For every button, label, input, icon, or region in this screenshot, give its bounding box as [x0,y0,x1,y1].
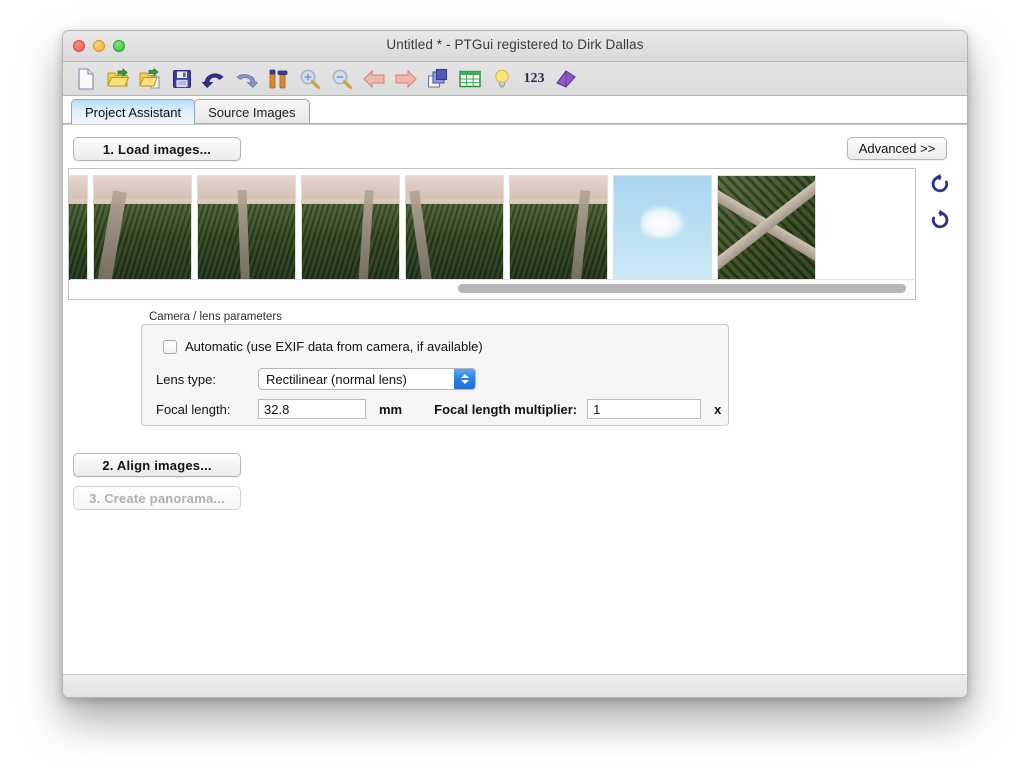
thumbnail-item[interactable] [69,175,88,281]
lens-type-row: Lens type: Rectilinear (normal lens) [156,368,476,390]
thumbnail-item[interactable] [509,175,608,281]
table-icon[interactable] [457,66,483,92]
redo-icon[interactable] [233,66,259,92]
create-panorama-button: 3. Create panorama... [73,486,241,510]
load-images-button[interactable]: 1. Load images... [73,137,241,161]
advanced-button[interactable]: Advanced >> [847,137,947,160]
align-images-button[interactable]: 2. Align images... [73,453,241,477]
lens-type-value: Rectilinear (normal lens) [266,371,407,387]
thumbnail-item[interactable] [197,175,296,281]
focal-length-multiplier-unit: x [714,401,722,417]
focal-length-multiplier-value: 1 [593,401,601,417]
new-project-icon[interactable] [73,66,99,92]
open-project-icon[interactable] [105,66,131,92]
camera-lens-group-title: Camera / lens parameters [145,311,286,323]
lens-type-label: Lens type: [156,371,216,387]
focal-length-unit: mm [379,401,403,417]
thumbnail-row [69,175,816,281]
focal-length-input[interactable]: 32.8 [258,399,366,419]
focal-length-multiplier-input[interactable]: 1 [587,399,702,419]
focal-length-row: Focal length: 32.8 mm Focal length multi… [156,399,721,419]
main-toolbar: 123 [63,62,967,96]
previous-icon[interactable] [361,66,387,92]
focal-length-multiplier-label: Focal length multiplier: [434,401,578,417]
thumbnail-strip[interactable] [68,168,916,300]
thumbnail-item[interactable] [93,175,192,281]
lens-type-select[interactable]: Rectilinear (normal lens) [258,368,476,390]
window-title: Untitled * - PTGui registered to Dirk Da… [386,37,644,52]
zoom-out-icon[interactable] [329,66,355,92]
lens-type-stepper[interactable] [454,369,475,389]
project-assistant-panel: 1. Load images... Advanced >> Camera / l… [63,124,967,675]
hint-icon[interactable] [489,66,515,92]
chevron-up-icon [460,374,469,378]
thumbnail-item[interactable] [405,175,504,281]
focal-length-label: Focal length: [156,401,231,417]
layers-icon[interactable] [425,66,451,92]
tab-project-assistant-label: Project Assistant [85,104,182,120]
focal-length-value: 32.8 [264,401,290,417]
automatic-exif-row[interactable]: Automatic (use EXIF data from camera, if… [163,339,483,354]
undo-icon[interactable] [201,66,227,92]
tab-source-images-label: Source Images [208,104,296,120]
save-icon[interactable] [169,66,195,92]
add-images-icon[interactable] [137,66,163,92]
automatic-exif-label: Automatic (use EXIF data from camera, if… [185,339,483,354]
thumbnail-item[interactable] [613,175,712,281]
automatic-exif-checkbox[interactable] [163,339,177,354]
thumbnail-item[interactable] [717,175,816,281]
tab-source-images[interactable]: Source Images [194,99,310,124]
align-tools-icon[interactable] [265,66,291,92]
thumbnail-scrollbar-thumb[interactable] [458,284,906,293]
ptgui-window: Untitled * - PTGui registered to Dirk Da… [62,30,968,698]
rotate-buttons [929,173,951,231]
rotate-left-icon[interactable] [929,173,951,195]
status-bar [63,674,967,697]
book-icon[interactable] [553,66,579,92]
thumbnail-scrollbar[interactable] [70,279,914,298]
tab-project-assistant[interactable]: Project Assistant [71,99,196,124]
numbers-icon[interactable]: 123 [521,66,547,92]
tab-bar: Project Assistant Source Images [63,96,967,124]
next-icon[interactable] [393,66,419,92]
window-titlebar: Untitled * - PTGui registered to Dirk Da… [63,31,967,62]
zoom-in-icon[interactable] [297,66,323,92]
thumbnail-item[interactable] [301,175,400,281]
rotate-right-icon[interactable] [929,209,951,231]
chevron-down-icon [460,380,469,384]
screen: Untitled * - PTGui registered to Dirk Da… [0,0,1024,784]
